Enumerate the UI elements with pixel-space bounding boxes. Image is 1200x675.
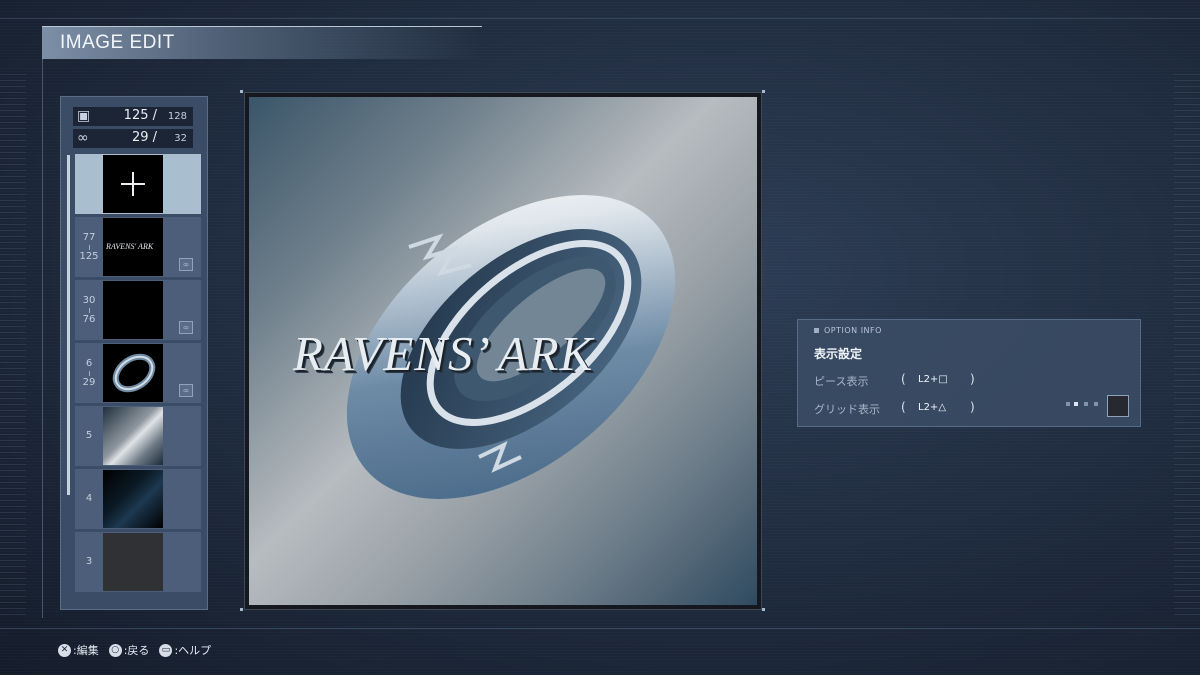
add-layer-thumb bbox=[103, 155, 163, 213]
close-paren: ) bbox=[970, 372, 975, 386]
help-hint-label: :ヘルプ bbox=[174, 644, 212, 657]
grid-display-shortcut[interactable]: L2+△ bbox=[918, 402, 946, 413]
edit-hint-label: :編集 bbox=[73, 644, 99, 657]
grid-pip-active bbox=[1074, 402, 1078, 406]
footer-divider bbox=[0, 628, 1200, 629]
layer-number: 4 bbox=[75, 469, 103, 529]
option-info-panel: OPTION INFO 表示設定 ピース表示 ( L2+□ ) グリッド表示 (… bbox=[797, 319, 1141, 427]
back-hint-label: :戻る bbox=[123, 644, 150, 657]
grid-pip bbox=[1066, 402, 1070, 406]
corner-marker bbox=[762, 608, 765, 611]
link-icon[interactable]: ∞ bbox=[179, 258, 193, 271]
layer-thumbnail: RAVENS' ARK bbox=[103, 218, 163, 276]
layer-group-item[interactable]: 77 125 RAVENS' ARK ∞ bbox=[75, 217, 201, 277]
display-settings-title: 表示設定 bbox=[814, 347, 863, 361]
help-hint[interactable]: ▭ :ヘルプ bbox=[159, 642, 211, 658]
range-separator bbox=[88, 370, 90, 376]
corner-marker bbox=[240, 90, 243, 93]
add-layer-slot[interactable] bbox=[75, 154, 201, 214]
layer-item[interactable]: 3 bbox=[75, 532, 201, 592]
link-icon[interactable]: ∞ bbox=[179, 321, 193, 334]
layer-number: 5 bbox=[75, 406, 103, 466]
layer-group-item[interactable]: 30 76 ∞ bbox=[75, 280, 201, 340]
piece-counter: ▣ 125 / 128 bbox=[73, 107, 193, 126]
open-paren: ( bbox=[901, 400, 906, 414]
frame-line bbox=[42, 58, 43, 618]
grid-pip bbox=[1094, 402, 1098, 406]
layer-thumbnail bbox=[103, 470, 163, 528]
title-bar: IMAGE EDIT bbox=[42, 26, 482, 59]
layer-thumbnail bbox=[103, 344, 163, 402]
range-start: 77 bbox=[82, 231, 96, 243]
link-counter: ∞ 29 / 32 bbox=[73, 129, 193, 148]
circle-button-icon: ○ bbox=[108, 643, 122, 657]
cross-button-icon: ✕ bbox=[58, 643, 71, 657]
link-count-max: 32 bbox=[174, 133, 187, 144]
thumb-text: RAVENS' ARK bbox=[106, 242, 154, 251]
grid-color-swatch[interactable] bbox=[1107, 395, 1129, 417]
plus-icon bbox=[121, 172, 145, 196]
layer-thumbnail bbox=[103, 407, 163, 465]
edit-canvas[interactable]: RAVENS’ ARK bbox=[249, 97, 757, 605]
open-paren: ( bbox=[901, 372, 906, 386]
range-end: 125 bbox=[79, 250, 99, 262]
range-separator bbox=[88, 307, 90, 313]
layer-thumbnail bbox=[103, 281, 163, 339]
right-edge-decoration bbox=[1174, 70, 1200, 615]
close-paren: ) bbox=[970, 400, 975, 414]
screen-title: IMAGE EDIT bbox=[60, 32, 175, 53]
range-end: 29 bbox=[82, 376, 96, 388]
layer-range: 30 76 bbox=[75, 280, 103, 340]
layer-thumbnail bbox=[103, 533, 163, 591]
layers-icon: ▣ bbox=[77, 108, 91, 124]
range-separator bbox=[88, 244, 90, 250]
link-count-current: 29 / bbox=[131, 130, 157, 145]
layer-item[interactable]: 5 bbox=[75, 406, 201, 466]
layer-range: 77 125 bbox=[75, 217, 103, 277]
layer-group-item[interactable]: 6 29 ∞ bbox=[75, 343, 201, 403]
grid-display-label: グリッド表示 bbox=[814, 403, 880, 416]
ring-thumbnail bbox=[112, 353, 156, 393]
back-hint[interactable]: ○ :戻る bbox=[108, 642, 150, 658]
button-guide: ✕ :編集 ○ :戻る ▭ :ヘルプ bbox=[58, 642, 211, 658]
layer-scrollbar[interactable] bbox=[67, 155, 70, 495]
layer-index: 5 bbox=[85, 430, 93, 441]
edit-hint[interactable]: ✕ :編集 bbox=[58, 642, 99, 658]
layer-index: 4 bbox=[85, 493, 93, 504]
layer-panel: ▣ 125 / 128 ∞ 29 / 32 77 125 RAVENS' ARK… bbox=[60, 96, 208, 610]
grid-pip bbox=[1084, 402, 1088, 406]
range-end: 76 bbox=[82, 313, 96, 325]
edit-canvas-frame: RAVENS’ ARK bbox=[244, 92, 762, 610]
layer-index: 3 bbox=[85, 556, 93, 567]
piece-display-shortcut[interactable]: L2+□ bbox=[918, 374, 948, 385]
top-divider bbox=[0, 18, 1200, 19]
layer-item[interactable]: 4 bbox=[75, 469, 201, 529]
piece-count-max: 128 bbox=[167, 111, 187, 122]
logo-text: RAVENS’ ARK bbox=[293, 326, 594, 381]
range-start: 6 bbox=[85, 357, 93, 369]
piece-count-current: 125 / bbox=[123, 108, 157, 123]
touchpad-button-icon: ▭ bbox=[159, 643, 173, 657]
left-edge-decoration bbox=[0, 70, 26, 615]
piece-display-label: ピース表示 bbox=[814, 375, 869, 388]
layer-number: 3 bbox=[75, 532, 103, 592]
range-start: 30 bbox=[82, 294, 96, 306]
corner-marker bbox=[762, 90, 765, 93]
link-icon[interactable]: ∞ bbox=[179, 384, 193, 397]
corner-marker bbox=[240, 608, 243, 611]
option-info-header: OPTION INFO bbox=[814, 326, 882, 335]
link-icon: ∞ bbox=[77, 130, 89, 146]
layer-range: 6 29 bbox=[75, 343, 103, 403]
